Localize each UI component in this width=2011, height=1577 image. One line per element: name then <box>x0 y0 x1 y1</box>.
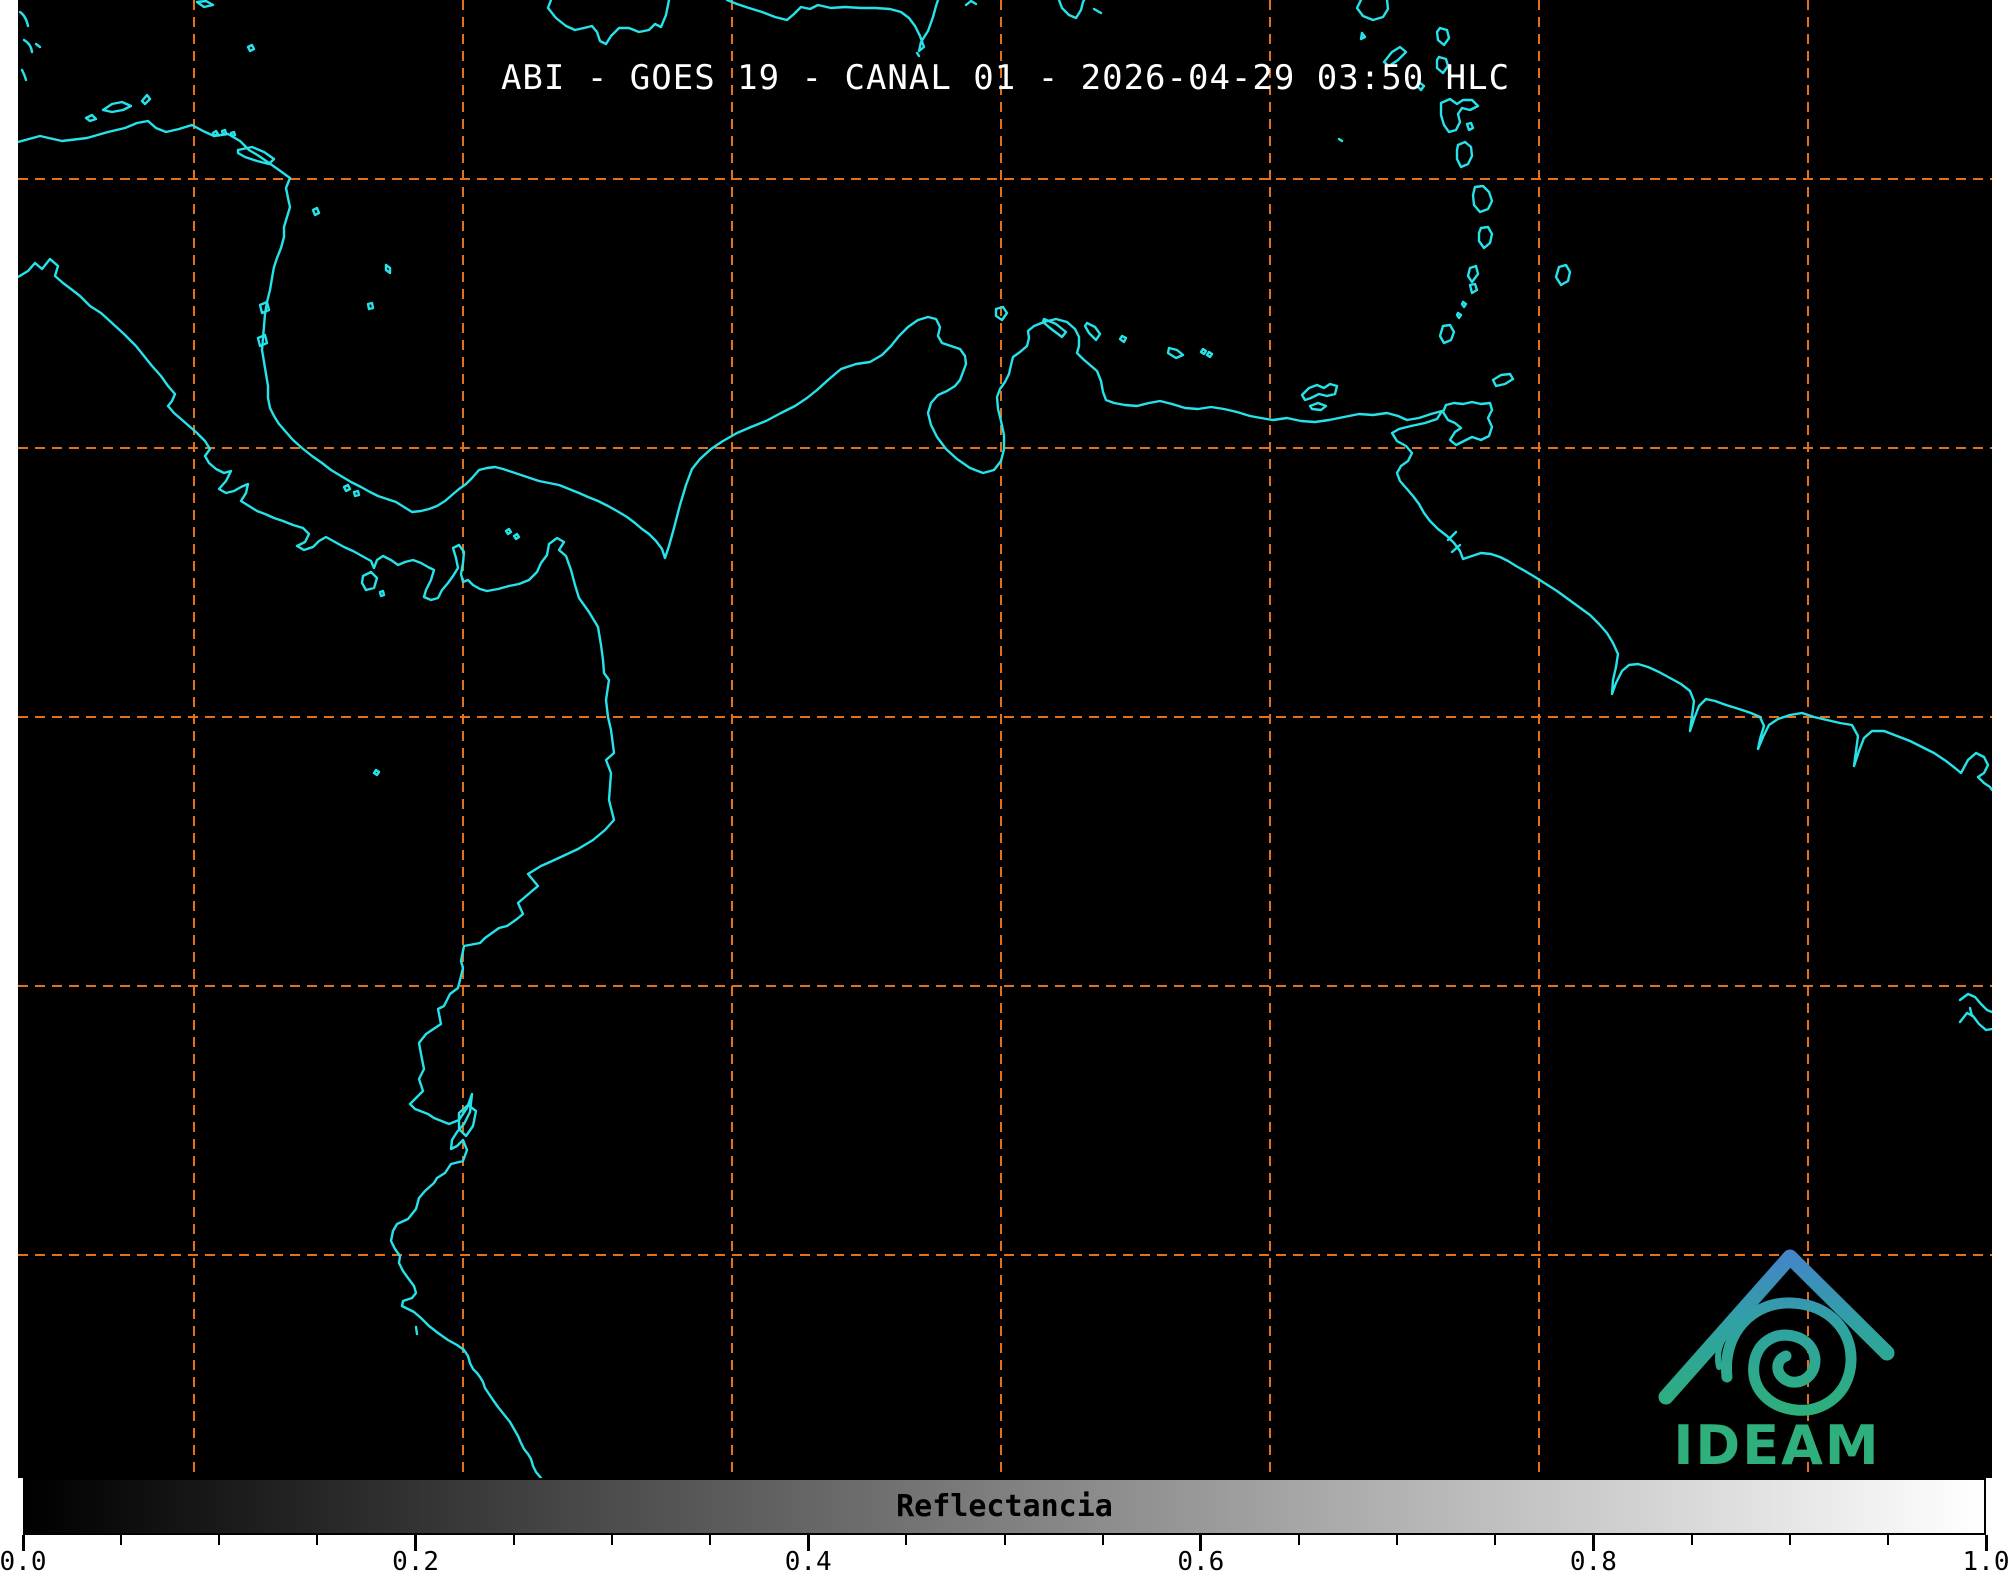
colorbar-tick-label: 0.8 <box>1570 1547 1617 1577</box>
colorbar-tick-label: 1.0 <box>1963 1547 2010 1577</box>
colorbar-minor-tick <box>1102 1535 1104 1545</box>
colorbar-label: Reflectancia <box>25 1480 1984 1533</box>
colorbar-minor-tick <box>1887 1535 1889 1545</box>
colorbar-minor-tick <box>513 1535 515 1545</box>
colorbar-minor-tick <box>709 1535 711 1545</box>
colorbar-minor-tick <box>120 1535 122 1545</box>
colorbar-minor-tick <box>1396 1535 1398 1545</box>
colorbar-minor-tick <box>1494 1535 1496 1545</box>
satellite-map-canvas: IDEAM <box>0 0 2011 1478</box>
colorbar-tick-label: 0.6 <box>1177 1547 1224 1577</box>
colorbar-minor-tick <box>1691 1535 1693 1545</box>
colorbar-minor-tick <box>316 1535 318 1545</box>
logo-text: IDEAM <box>1673 1414 1880 1477</box>
colorbar: Reflectancia <box>23 1478 1986 1535</box>
colorbar-tick-label: 0.4 <box>785 1547 832 1577</box>
colorbar-minor-tick <box>611 1535 613 1545</box>
colorbar-tick-label: 0.0 <box>0 1547 46 1577</box>
satellite-image-viewer: IDEAM ABI - GOES 19 - CANAL 01 - 2026-04… <box>0 0 2011 1577</box>
page-title: ABI - GOES 19 - CANAL 01 - 2026-04-29 03… <box>501 58 1510 98</box>
colorbar-minor-tick <box>1298 1535 1300 1545</box>
colorbar-minor-tick <box>1789 1535 1791 1545</box>
colorbar-minor-tick <box>1004 1535 1006 1545</box>
colorbar-minor-tick <box>905 1535 907 1545</box>
colorbar-tick-label: 0.2 <box>392 1547 439 1577</box>
map-background <box>18 0 1992 1478</box>
colorbar-minor-tick <box>218 1535 220 1545</box>
